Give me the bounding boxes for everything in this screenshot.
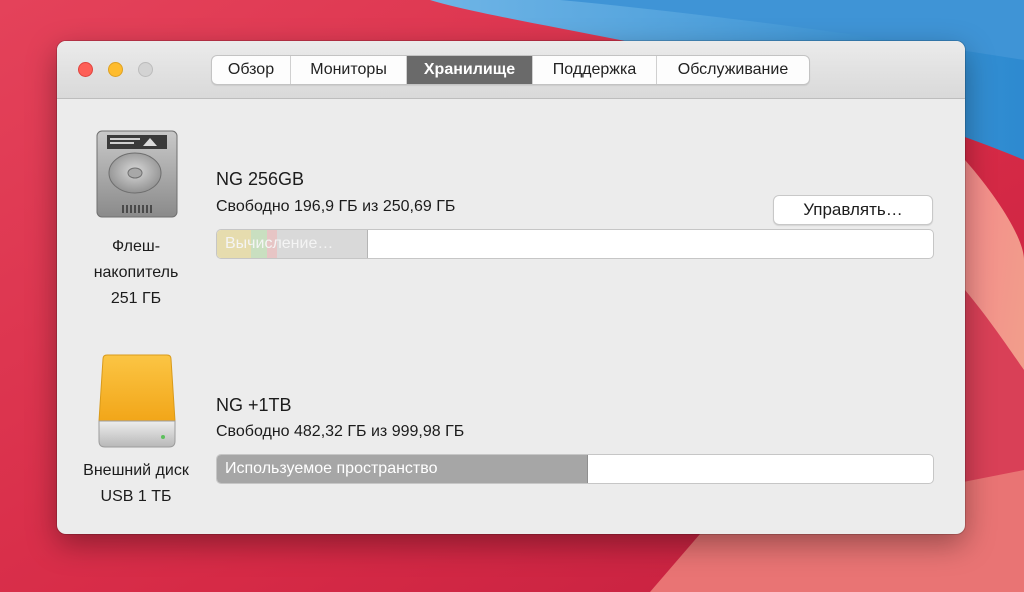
storage-bar-label: Используемое пространство bbox=[225, 460, 438, 477]
disk-free-space: Свободно 196,9 ГБ из 250,69 ГБ bbox=[216, 198, 456, 215]
storage-pane: Флеш- накопитель 251 ГБ NG 256GB Свободн… bbox=[57, 99, 965, 534]
disk-name: NG 256GB bbox=[216, 169, 305, 189]
tab-overview[interactable]: Обзор bbox=[212, 56, 291, 84]
disk-type-line: Флеш- bbox=[111, 238, 161, 255]
storage-usage-bar: Используемое пространство bbox=[216, 454, 934, 484]
tab-bar: Обзор Мониторы Хранилище Поддержка Обслу… bbox=[211, 55, 810, 85]
disk-capacity-line: 251 ГБ bbox=[110, 290, 162, 307]
storage-segment-edge bbox=[367, 230, 369, 258]
tab-storage[interactable]: Хранилище bbox=[407, 56, 533, 84]
storage-bar-label: Вычисление… bbox=[225, 235, 334, 252]
tab-displays[interactable]: Мониторы bbox=[291, 56, 407, 84]
tab-support[interactable]: Поддержка bbox=[533, 56, 657, 84]
disk-type-line: накопитель bbox=[93, 264, 179, 281]
disk-capacity-line: USB 1 ТБ bbox=[100, 488, 172, 505]
disk-type-line: Внешний диск bbox=[83, 462, 189, 479]
manage-button[interactable]: Управлять… bbox=[773, 195, 933, 225]
disk-free-space: Свободно 482,32 ГБ из 999,98 ГБ bbox=[216, 423, 465, 440]
disk-type-label: Внешний диск USB 1 ТБ bbox=[66, 458, 206, 510]
external-drive-icon bbox=[98, 354, 176, 448]
internal-drive-icon bbox=[96, 130, 178, 218]
tab-service[interactable]: Обслуживание bbox=[657, 56, 809, 84]
disk-type-label: Флеш- накопитель 251 ГБ bbox=[66, 234, 206, 312]
disk-name: NG +1TB bbox=[216, 395, 292, 415]
storage-usage-bar: Вычисление… bbox=[216, 229, 934, 259]
close-button[interactable] bbox=[78, 62, 93, 77]
minimize-button[interactable] bbox=[108, 62, 123, 77]
zoom-button[interactable] bbox=[138, 62, 153, 77]
title-bar: Обзор Мониторы Хранилище Поддержка Обслу… bbox=[57, 41, 965, 99]
about-this-mac-window: Обзор Мониторы Хранилище Поддержка Обслу… bbox=[57, 41, 965, 534]
